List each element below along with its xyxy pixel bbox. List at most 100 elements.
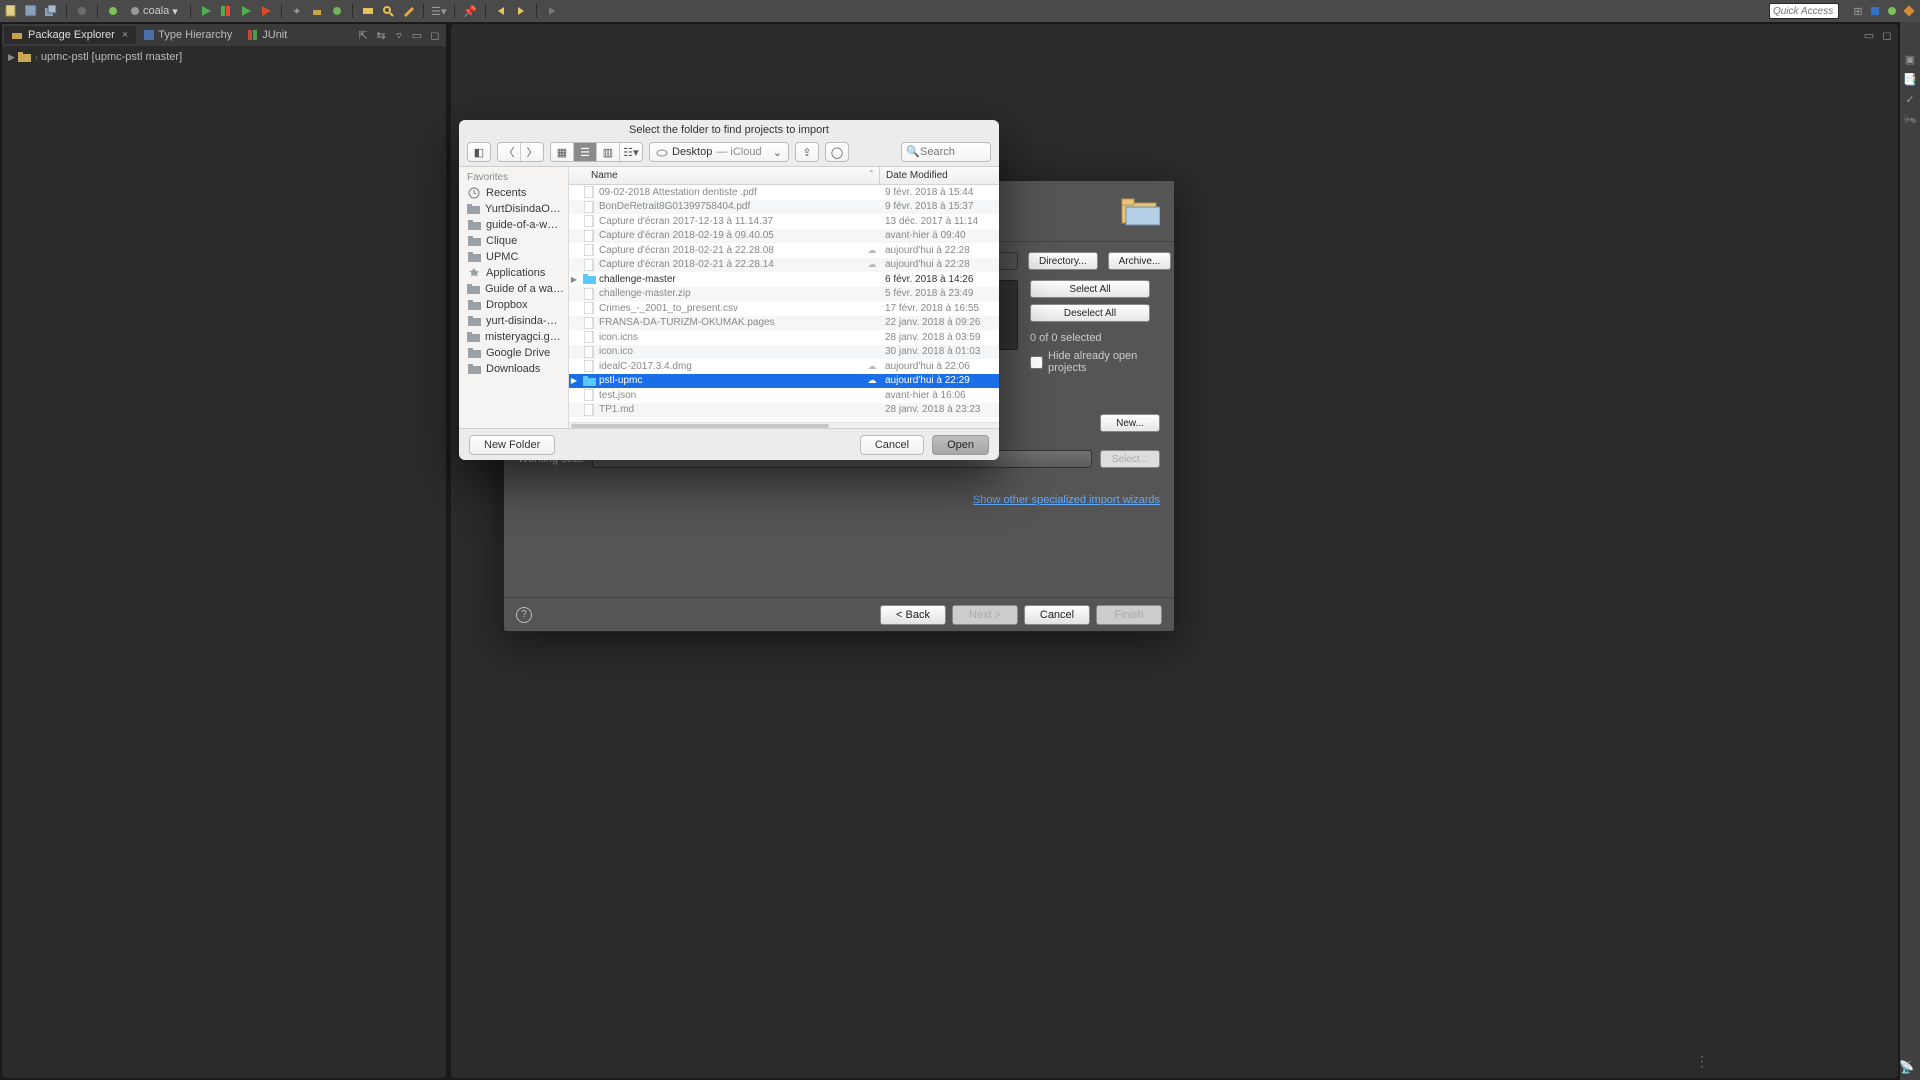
ant-icon[interactable]: 🐜 bbox=[1903, 112, 1917, 126]
toggle-mark-icon[interactable]: ☰▾ bbox=[432, 4, 446, 18]
file-row: Capture d'écran 2017-12-13 à 11.14.3713 … bbox=[569, 214, 999, 229]
gallery-view-button[interactable]: ☷▾ bbox=[620, 143, 642, 161]
debug-perspective-icon[interactable] bbox=[1885, 4, 1899, 18]
restore-icon[interactable]: ▣ bbox=[1903, 52, 1917, 66]
nav-back-button[interactable]: 〈 bbox=[498, 143, 520, 161]
sidebar-item[interactable]: Clique bbox=[459, 233, 568, 249]
perspective-switcher[interactable]: ⊞ bbox=[1851, 4, 1916, 18]
pin-icon[interactable]: 📌 bbox=[463, 4, 477, 18]
nav-forward-button[interactable]: 〉 bbox=[521, 143, 543, 161]
status-notification-icon[interactable]: 📡 bbox=[1899, 1060, 1914, 1074]
file-rows[interactable]: 09-02-2018 Attestation dentiste .pdf9 fé… bbox=[569, 185, 999, 422]
view-menu-icon[interactable]: ▿ bbox=[392, 28, 406, 42]
collapse-all-icon[interactable]: ⇱ bbox=[356, 28, 370, 42]
new-package-icon[interactable] bbox=[310, 4, 324, 18]
annotate-icon[interactable] bbox=[401, 4, 415, 18]
minimize-editor-icon[interactable]: ▭ bbox=[1862, 28, 1876, 42]
nav-back-icon[interactable] bbox=[494, 4, 508, 18]
sidebar-item[interactable]: Google Drive bbox=[459, 345, 568, 361]
new-icon[interactable] bbox=[4, 4, 18, 18]
open-perspective-icon[interactable]: ⊞ bbox=[1851, 4, 1865, 18]
quick-access-input[interactable] bbox=[1769, 3, 1839, 19]
sidebar-item[interactable]: Applications bbox=[459, 265, 568, 281]
deselect-all-button[interactable]: Deselect All bbox=[1030, 304, 1150, 322]
save-icon[interactable] bbox=[24, 4, 38, 18]
open-button[interactable]: Open bbox=[932, 435, 989, 455]
share-button[interactable]: ⇪ bbox=[795, 142, 819, 162]
tab-package-explorer[interactable]: Package Explorer × bbox=[4, 26, 136, 44]
debug-icon[interactable] bbox=[106, 4, 120, 18]
cancel-button[interactable]: Cancel bbox=[1024, 605, 1090, 625]
folder-row[interactable]: ▶challenge-master6 févr. 2018 à 14:26 bbox=[569, 272, 999, 287]
file-date: aujourd'hui à 22:28 bbox=[879, 245, 999, 256]
cancel-button[interactable]: Cancel bbox=[860, 435, 924, 455]
launch-config-combo[interactable]: coala ▾ bbox=[126, 5, 182, 18]
archive-button[interactable]: Archive... bbox=[1108, 252, 1172, 270]
horizontal-scrollbar[interactable] bbox=[569, 422, 999, 428]
sidebar-item[interactable]: Guide of a wa… bbox=[459, 281, 568, 297]
icon-view-button[interactable]: ▦ bbox=[551, 143, 573, 161]
save-all-icon[interactable] bbox=[44, 4, 58, 18]
package-explorer-tree[interactable]: ▶ › upmc-pstl [upmc-pstl master] bbox=[2, 46, 446, 68]
select-all-button[interactable]: Select All bbox=[1030, 280, 1150, 298]
skip-breakpoints-icon[interactable] bbox=[75, 4, 89, 18]
search-icon[interactable] bbox=[381, 4, 395, 18]
sidebar-toggle[interactable]: ◧ bbox=[467, 142, 491, 162]
disclosure-triangle-icon[interactable]: ▶ bbox=[569, 275, 579, 284]
minimize-icon[interactable]: ▭ bbox=[410, 28, 424, 42]
other-wizards-link[interactable]: Show other specialized import wizards bbox=[973, 494, 1160, 506]
sidebar-item[interactable]: Downloads bbox=[459, 361, 568, 377]
tag-icon[interactable]: ◯ bbox=[826, 143, 848, 161]
tags-button[interactable]: ◯ bbox=[825, 142, 849, 162]
back-button[interactable]: < Back bbox=[880, 605, 946, 625]
outline-icon[interactable]: 📑 bbox=[1903, 72, 1917, 86]
name-column-header[interactable]: Nameˆ bbox=[569, 170, 879, 181]
project-node[interactable]: ▶ › upmc-pstl [upmc-pstl master] bbox=[8, 50, 440, 64]
maximize-icon[interactable]: ◻ bbox=[428, 28, 442, 42]
java-perspective-icon[interactable] bbox=[1868, 4, 1882, 18]
new-working-set-button[interactable]: New... bbox=[1100, 414, 1160, 432]
location-popup[interactable]: Desktop — iCloud ⌄ bbox=[649, 142, 789, 162]
coverage-icon[interactable] bbox=[219, 4, 233, 18]
column-headers[interactable]: Nameˆ Date Modified bbox=[569, 167, 999, 185]
new-folder-button[interactable]: New Folder bbox=[469, 435, 555, 455]
file-name: Capture d'écran 2018-02-19 à 09.40.05 bbox=[599, 230, 865, 241]
column-view-button[interactable]: ▥ bbox=[597, 143, 619, 161]
tasks-icon[interactable]: ✓ bbox=[1903, 92, 1917, 106]
close-icon[interactable]: × bbox=[122, 29, 128, 41]
directory-button[interactable]: Directory... bbox=[1028, 252, 1098, 270]
sidebar-item[interactable]: Recents bbox=[459, 185, 568, 201]
quick-access[interactable] bbox=[1769, 3, 1839, 19]
new-java-project-icon[interactable]: ✦ bbox=[290, 4, 304, 18]
nav-forward-icon[interactable] bbox=[514, 4, 528, 18]
share-icon[interactable]: ⇪ bbox=[796, 143, 818, 161]
external-tools-icon[interactable] bbox=[259, 4, 273, 18]
sidebar-item[interactable]: Dropbox bbox=[459, 297, 568, 313]
sidebar-item[interactable]: misteryagci.g… bbox=[459, 329, 568, 345]
help-icon[interactable]: ? bbox=[516, 607, 532, 623]
list-view-button[interactable]: ☰ bbox=[574, 143, 596, 161]
search-field[interactable]: 🔍 bbox=[901, 142, 991, 162]
sidebar-item-label: Applications bbox=[486, 267, 545, 279]
open-type-icon[interactable] bbox=[361, 4, 375, 18]
nav-fwd2-icon[interactable] bbox=[545, 4, 559, 18]
link-editor-icon[interactable]: ⇆ bbox=[374, 28, 388, 42]
tab-type-hierarchy[interactable]: Type Hierarchy bbox=[136, 26, 240, 44]
sidebar-item[interactable]: guide-of-a-w… bbox=[459, 217, 568, 233]
expand-arrow-icon[interactable]: ▶ bbox=[8, 52, 15, 63]
hide-open-projects-checkbox[interactable]: Hide already open projects bbox=[1030, 350, 1160, 374]
run-icon[interactable] bbox=[199, 4, 213, 18]
run-last-icon[interactable] bbox=[239, 4, 253, 18]
disclosure-triangle-icon[interactable]: ▶ bbox=[569, 376, 579, 385]
folder-row[interactable]: ▶pstl-upmc☁aujourd'hui à 22:29 bbox=[569, 374, 999, 389]
sidebar-item[interactable]: YurtDisindaO… bbox=[459, 201, 568, 217]
sidebar-toggle-icon[interactable]: ◧ bbox=[468, 143, 490, 161]
tab-junit[interactable]: JUnit bbox=[240, 26, 295, 44]
new-class-icon[interactable] bbox=[330, 4, 344, 18]
overflow-indicator-icon[interactable]: ⋮ bbox=[1695, 1053, 1710, 1070]
git-perspective-icon[interactable] bbox=[1902, 4, 1916, 18]
sidebar-item[interactable]: UPMC bbox=[459, 249, 568, 265]
sidebar-item[interactable]: yurt-disinda-… bbox=[459, 313, 568, 329]
date-column-header[interactable]: Date Modified bbox=[879, 167, 999, 184]
maximize-editor-icon[interactable]: ◻ bbox=[1880, 28, 1894, 42]
